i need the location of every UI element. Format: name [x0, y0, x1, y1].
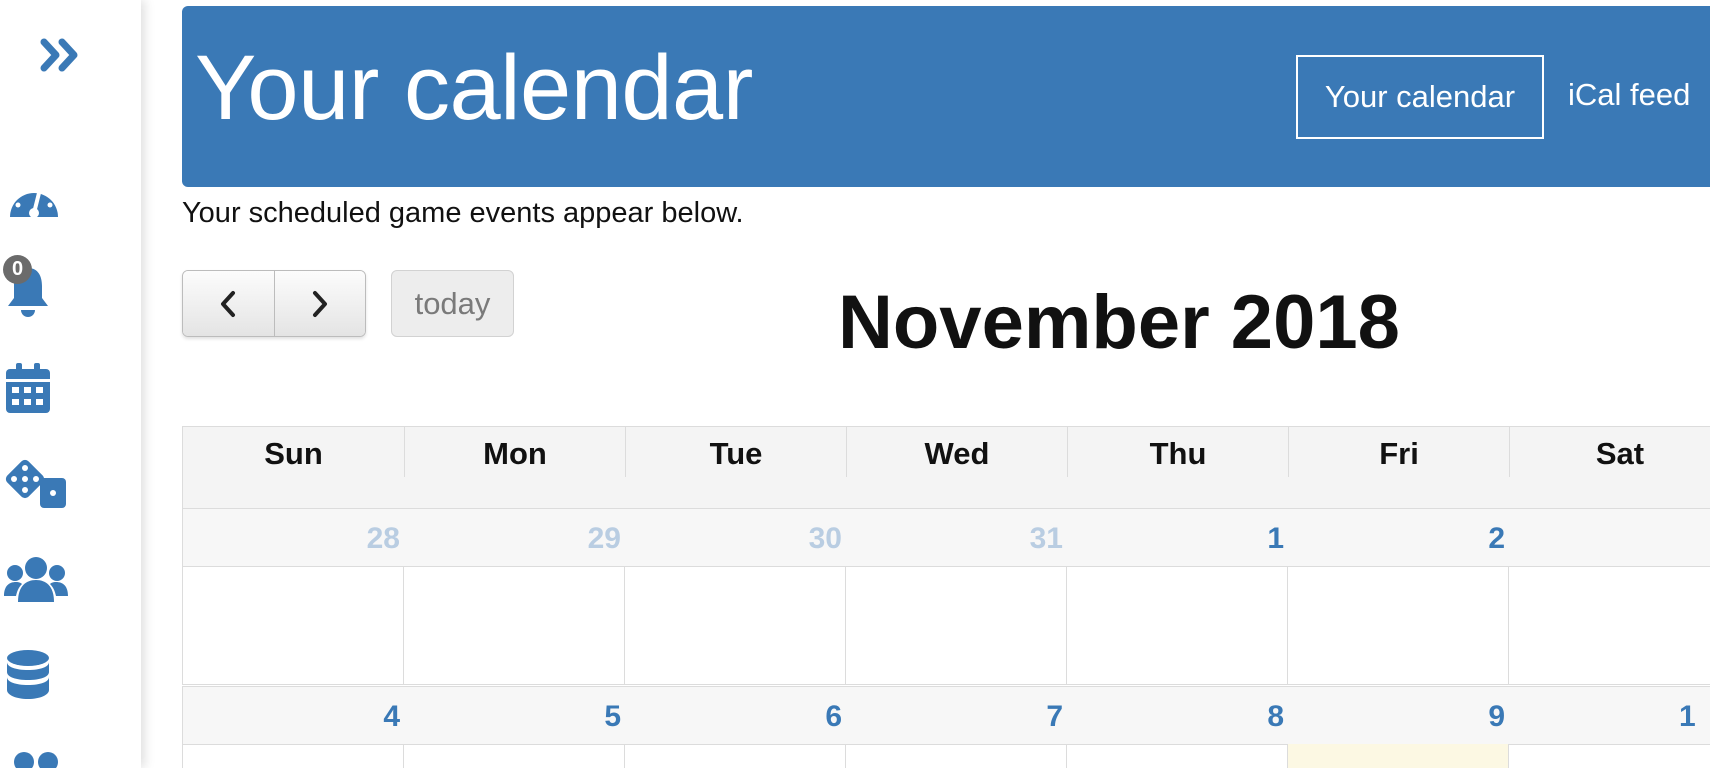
users-icon[interactable]	[8, 748, 64, 768]
week-day-number-row: 28 29 30 31 1 2	[182, 508, 1710, 567]
day-number[interactable]: 9	[1288, 687, 1509, 746]
day-number[interactable]: 28	[183, 509, 404, 568]
double-chevron-right-icon[interactable]	[40, 38, 82, 72]
day-number[interactable]: 1	[1509, 687, 1710, 746]
chevron-right-icon	[312, 290, 327, 317]
day-number[interactable]: 5	[404, 687, 625, 746]
day-cell[interactable]	[625, 566, 846, 684]
day-number[interactable]: 1	[1067, 509, 1288, 568]
notification-count-badge: 0	[3, 255, 32, 284]
week-day-number-row: 4 5 6 7 8 9 1	[182, 686, 1710, 745]
day-number[interactable]: 7	[846, 687, 1067, 746]
week-body-row	[182, 744, 1710, 768]
day-number[interactable]	[1509, 509, 1710, 568]
day-cell[interactable]	[404, 566, 625, 684]
day-cell[interactable]	[1509, 566, 1710, 684]
day-cell[interactable]	[846, 566, 1067, 684]
weekday-header: Thu	[1067, 427, 1288, 477]
day-cell[interactable]	[183, 744, 404, 768]
sidebar: 0	[0, 0, 141, 768]
day-cell[interactable]	[1509, 744, 1710, 768]
day-number[interactable]: 6	[625, 687, 846, 746]
day-cell[interactable]	[846, 744, 1067, 768]
weekday-header: Tue	[625, 427, 846, 477]
today-day-cell[interactable]	[1288, 744, 1509, 768]
weekday-header: Mon	[404, 427, 625, 477]
dice-icon[interactable]	[4, 458, 68, 510]
day-number[interactable]: 4	[183, 687, 404, 746]
day-number[interactable]: 29	[404, 509, 625, 568]
day-cell[interactable]	[1288, 566, 1509, 684]
day-cell[interactable]	[625, 744, 846, 768]
next-month-button[interactable]	[273, 271, 365, 336]
page-title: Your calendar	[195, 37, 753, 139]
day-number[interactable]: 8	[1067, 687, 1288, 746]
nav-ical-feed-link[interactable]: iCal feed	[1568, 77, 1690, 113]
dashboard-gauge-icon[interactable]	[6, 175, 62, 219]
day-number[interactable]: 30	[625, 509, 846, 568]
calendar-icon[interactable]	[6, 363, 50, 413]
weekday-header: Sat	[1509, 427, 1710, 477]
users-group-icon[interactable]	[4, 556, 68, 602]
day-cell[interactable]	[1067, 566, 1288, 684]
weekday-header-row: Sun Mon Tue Wed Thu Fri Sat	[182, 426, 1710, 509]
day-number[interactable]: 2	[1288, 509, 1509, 568]
weekday-header: Sun	[264, 436, 323, 471]
weekday-header: Fri	[1288, 427, 1509, 477]
page-subtitle: Your scheduled game events appear below.	[182, 197, 744, 229]
day-number[interactable]: 31	[846, 509, 1067, 568]
prev-month-button[interactable]	[183, 271, 274, 336]
weekday-header: Wed	[846, 427, 1067, 477]
day-cell[interactable]	[1067, 744, 1288, 768]
chevron-left-icon	[221, 290, 236, 317]
prev-next-button-group	[182, 270, 366, 337]
month-title: November 2018	[838, 280, 1400, 365]
day-cell[interactable]	[404, 744, 625, 768]
day-cell[interactable]	[183, 566, 404, 684]
nav-your-calendar-tab[interactable]: Your calendar	[1296, 55, 1544, 139]
today-button[interactable]: today	[391, 270, 514, 337]
database-icon[interactable]	[6, 650, 50, 700]
week-body-row	[182, 566, 1710, 685]
